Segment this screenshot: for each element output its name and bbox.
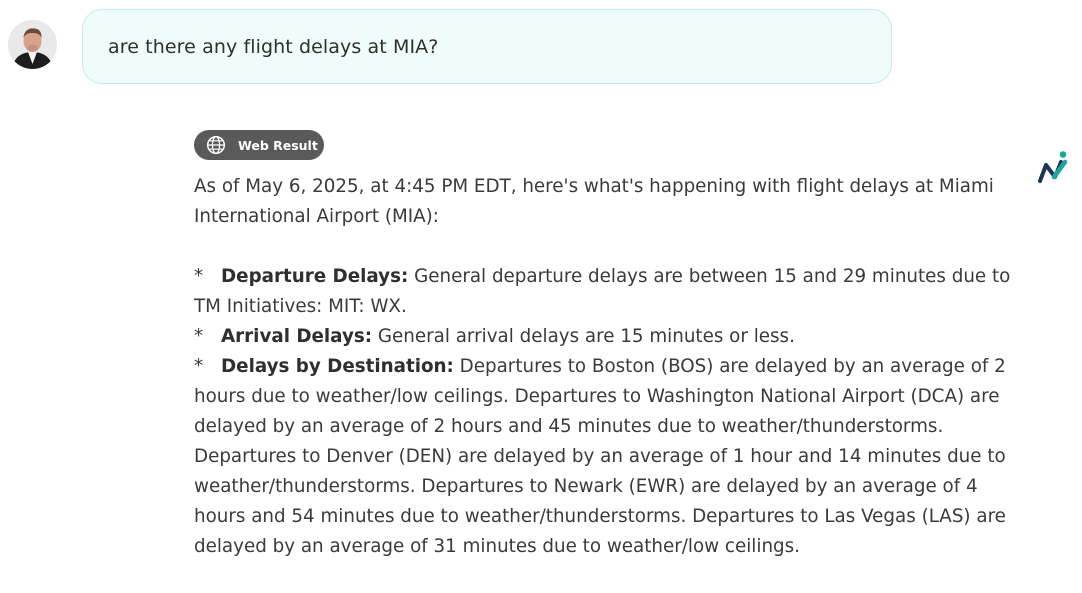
- bullet-departure-delays: * Departure Delays: General departure del…: [194, 262, 1014, 322]
- bullet-text: General arrival delays are 15 minutes or…: [372, 326, 795, 347]
- user-avatar-image: [8, 20, 57, 69]
- bullet-marker: *: [194, 266, 204, 287]
- bullet-arrival-delays: * Arrival Delays: General arrival delays …: [194, 322, 1014, 352]
- bullet-delays-by-destination: * Delays by Destination: Departures to Bo…: [194, 352, 1014, 562]
- web-result-label: Web Result: [238, 137, 318, 153]
- bullet-title: Delays by Destination:: [221, 356, 454, 377]
- user-avatar: [8, 20, 57, 69]
- globe-icon: [206, 135, 226, 155]
- bullet-title: Arrival Delays:: [221, 326, 373, 347]
- bullet-marker: *: [194, 356, 204, 377]
- bullet-marker: *: [194, 326, 204, 347]
- bullet-title: Departure Delays:: [221, 266, 409, 287]
- user-message-bubble: are there any flight delays at MIA?: [82, 9, 892, 84]
- user-message-text: are there any flight delays at MIA?: [108, 35, 439, 58]
- brand-logo-icon: [1038, 151, 1068, 183]
- response-intro: As of May 6, 2025, at 4:45 PM EDT, here'…: [194, 176, 994, 227]
- web-result-badge: Web Result: [194, 130, 324, 160]
- assistant-response: As of May 6, 2025, at 4:45 PM EDT, here'…: [194, 172, 1014, 562]
- bullet-text: Departures to Boston (BOS) are delayed b…: [194, 356, 1006, 557]
